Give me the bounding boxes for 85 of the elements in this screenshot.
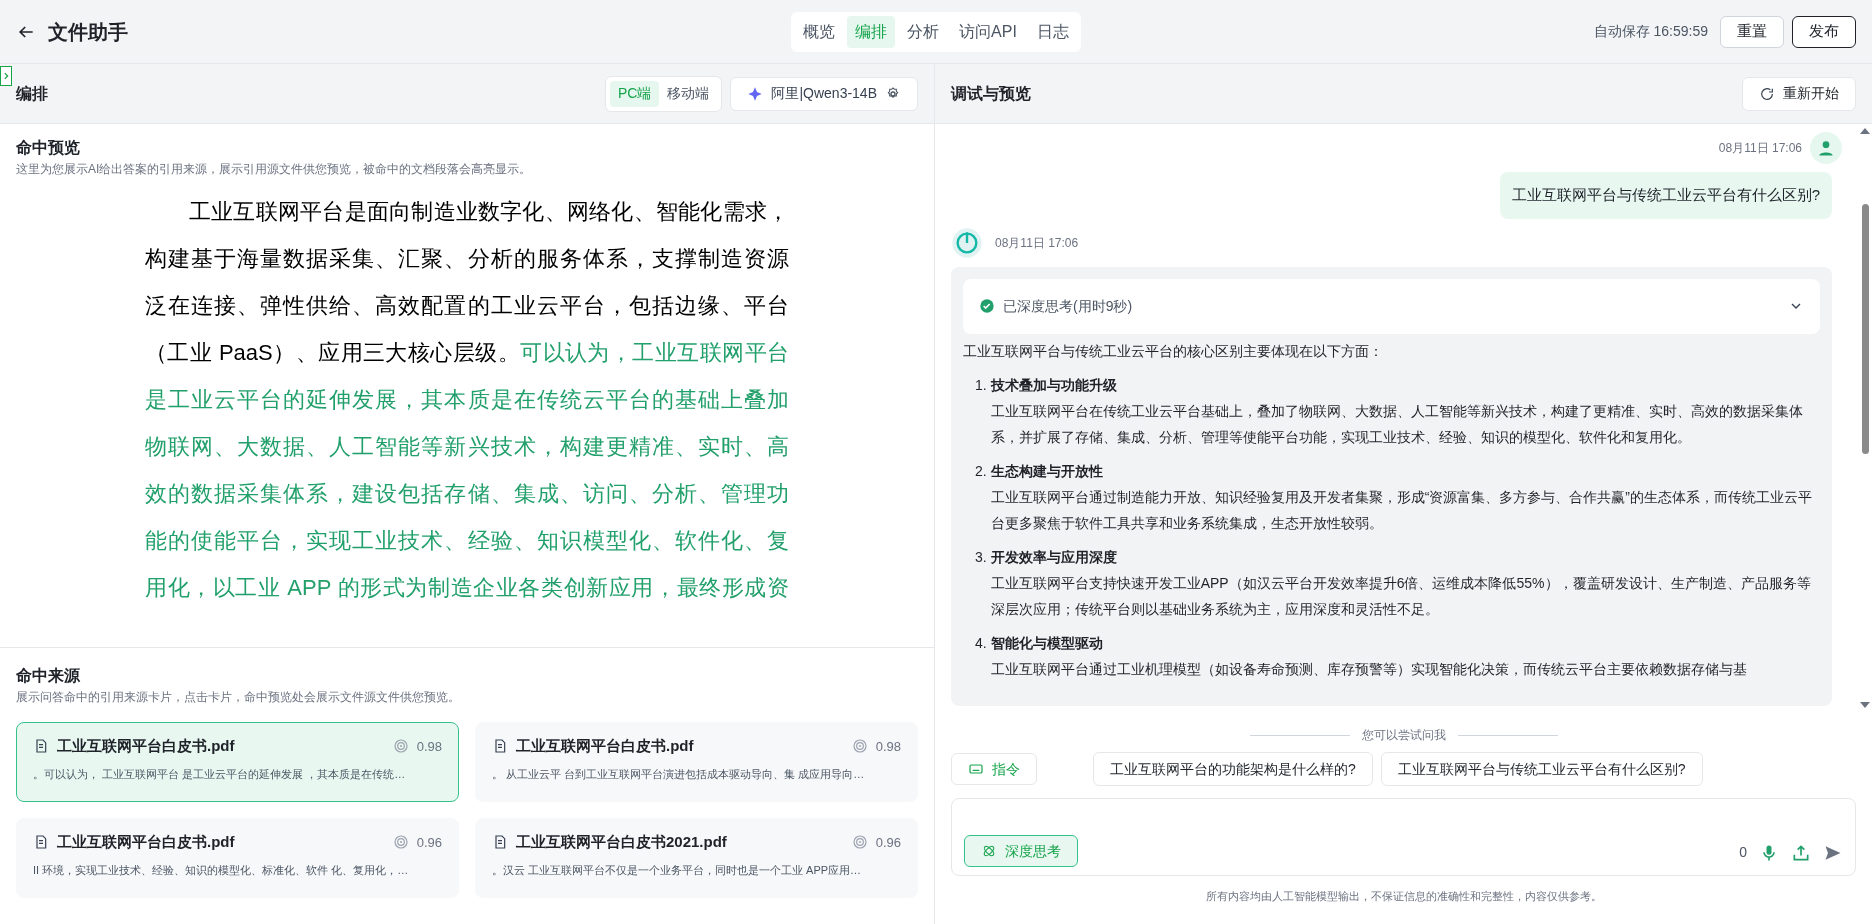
point-heading: 生态构建与开放性 [990,461,1104,481]
document-icon [492,738,508,755]
reset-button[interactable]: 重置 [1720,15,1784,48]
restart-button[interactable]: 重新开始 [1742,76,1856,111]
nav-tab[interactable]: 访问API [951,15,1025,48]
nav-tab[interactable]: 日志 [1028,15,1077,48]
atom-icon [981,843,997,859]
document-line: 泛在连接、弹性供给、高效配置的工业云平台，包括边缘、平台 [145,292,789,320]
document-icon [33,834,49,851]
message-time: 08月11日 17:06 [995,234,1079,252]
check-circle-icon [979,298,995,314]
match-score: 0.96 [416,833,442,852]
chevron-right-icon [1,71,11,81]
disclaimer-text: 所有内容均由人工智能模型输出，不保证信息的准确性和完整性，内容仅供参考。 [1204,889,1603,904]
document-line: 效的数据采集体系，建设包括存储、集成、访问、分析、管理功 [145,480,789,508]
excerpt-text: 。可以认为， 工业互联网平台 是工业云平台的延伸发展 ，其本质是在传统… [33,766,407,782]
answer-text: 工业互联网平台与传统工业云平台的核心区别主要体现在以下方面： [963,341,1384,361]
target-icon [851,738,868,755]
user-message-bubble: 工业互联网平台与传统工业云平台有什么区别? [1499,172,1832,219]
character-count: 0 [1739,843,1747,862]
panel-title: 调试与预览 [951,83,1032,104]
match-score: 0.98 [416,737,442,756]
nav-tab[interactable]: 分析 [899,15,948,48]
document-line: 能的使能平台，实现工业技术、经验、知识模型化、软件化、复 [145,527,789,555]
panel-title: 编排 [16,83,49,104]
thinking-toggle[interactable]: 已深度思考(用时9秒) [963,278,1820,334]
list-number: 4. [975,633,987,653]
point-text: 工业互联网平台通过工业机理模型（如设备寿命预测、库存预警等）实现智能化决策，而传统云平台主要依赖数据存储与基 [990,659,1747,679]
keyboard-icon [968,761,984,777]
publish-button[interactable]: 发布 [1792,15,1856,48]
point-heading: 技术叠加与功能升级 [990,375,1118,395]
document-line: 用化，以工业 APP 的形式为制造企业各类创新应用，最终形成资 [145,574,789,602]
target-icon [392,834,409,851]
scroll-down-arrow[interactable] [1860,702,1870,708]
excerpt-text: 。 从工业云平 台到工业互联网平台演进包括成本驱动导向、集 成应用导向… [492,766,866,782]
expand-toggle[interactable] [0,66,12,86]
document-line: 构建基于海量数据采集、汇聚、分析的服务体系，支撑制造资源 [145,245,789,273]
point-text: 工业互联网平台在传统工业云平台基础上，叠加了物联网、大数据、人工智能等新兴技术，构建了更精准、实时、高效的数据采集体系，并扩展了存储、集成、分析、管理等使能平台功能，实现工业技术、经验、知识的模型化、软件化和复用化。 [990,401,1804,447]
document-icon [33,738,49,755]
source-card[interactable]: 工业互联网平台白皮书.pdf 0.98 。可以认为， 工业互联网平台 是工业云平台的延伸发展 ，其本质是在传统… [16,722,459,802]
list-number: 1. [975,375,987,395]
person-icon [1816,138,1836,158]
source-card[interactable]: 工业互联网平台白皮书.pdf 0.98 。 从工业云平 台到工业互联网平台演进包括成本驱动导向、集 成应用导向… [475,722,918,802]
suggestion-chip[interactable]: 工业互联网平台与传统工业云平台有什么区别? [1380,752,1703,786]
target-icon [392,738,409,755]
source-card[interactable]: 工业互联网平台白皮书.pdf 0.96 II 环境，实现工业技术、经验、知识的模型化、标准化、软件 化、复用化，… [16,818,459,898]
section-title: 命中预览 [16,138,81,158]
app-title: 文件助手 [48,19,128,45]
suggestion-chip[interactable]: 工业互联网平台的功能架构是什么样的? [1093,752,1373,786]
document-line: 物联网、大数据、人工智能等新兴技术，构建更精准、实时、高 [145,433,789,461]
point-text: 工业互联网平台支持快速开发工业APP（如汉云平台开发效率提升6倍、运维成本降低55%），覆盖研发设计、生产制造、产品服务等深层次应用；传统平台则以基础业务系统为主，应用深度和灵活性不足。 [990,573,1812,619]
scrollbar-thumb[interactable] [1861,204,1869,454]
model-selector[interactable]: 阿里|Qwen3-14B [730,76,918,111]
excerpt-text: II 环境，实现工业技术、经验、知识的模型化、标准化、软件 化、复用化，… [33,862,410,878]
suggestion-label: 您可以尝试问我 [1361,727,1446,744]
match-score: 0.98 [875,737,901,756]
section-description: 这里为您展示AI给出答案的引用来源，展示引用源文件供您预览，被命中的文档段落会高亮显示。 [16,161,533,178]
section-title: 命中来源 [16,666,81,686]
document-icon [492,834,508,851]
upload-icon[interactable] [1791,843,1811,863]
message-input[interactable]: 深度思考 0 [951,798,1856,876]
source-card[interactable]: 工业互联网平台白皮书2021.pdf 0.96 。汉云 工业互联网平台不仅是一个业务平台，同时也是一个工业 APP应用… [475,818,918,898]
file-name: 工业互联网平台白皮书.pdf [57,832,236,852]
file-name: 工业互联网平台白皮书.pdf [57,736,236,756]
excerpt-text: 。汉云 工业互联网平台不仅是一个业务平台，同时也是一个工业 APP应用… [492,862,863,878]
point-heading: 开发效率与应用深度 [990,547,1118,567]
point-text: 工业互联网平台通过制造能力开放、知识经验复用及开发者集聚，形成“资源富集、多方参与、合作共赢”的生态体系，而传统工业云平台更多聚焦于软件工具共享和业务系统集成，生态开放性较弱。 [990,487,1813,533]
target-icon [851,834,868,851]
scroll-up-arrow[interactable] [1860,128,1870,134]
nav-tab[interactable]: 概览 [795,15,844,48]
list-number: 2. [975,461,987,481]
document-line: 是工业云平台的延伸发展，其本质是在传统云平台的基础上叠加 [145,386,789,414]
document-line: （工业 PaaS）、应用三大核心层级。可以认为，工业互联网平台 [145,339,789,367]
message-time: 08月11日 17:06 [1718,140,1802,157]
refresh-icon [1759,85,1775,102]
power-logo-icon [951,226,983,259]
file-name: 工业互联网平台白皮书2021.pdf [516,832,728,852]
file-name: 工业互联网平台白皮书.pdf [516,736,695,756]
point-heading: 智能化与模型驱动 [990,633,1104,653]
section-description: 展示问答命中的引用来源卡片，点击卡片，命中预览处会展示文件源文件供您预览。 [16,689,461,706]
match-score: 0.96 [875,833,901,852]
list-number: 3. [975,547,987,567]
document-line: 工业互联网平台是面向制造业数字化、网络化、智能化需求， [188,198,789,226]
device-tab[interactable]: 移动端 [659,80,718,107]
autosave-status: 自动保存 16:59:59 [1593,22,1708,41]
